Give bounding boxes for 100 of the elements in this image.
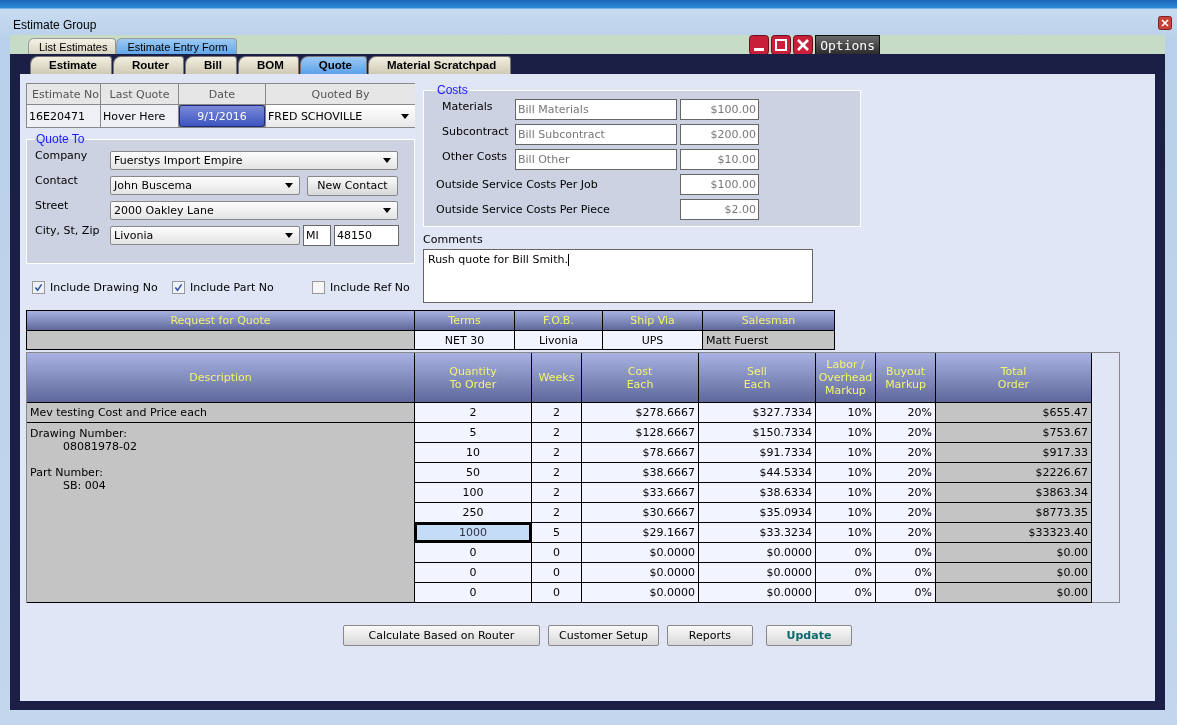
minimize-icon[interactable] — [749, 35, 770, 55]
table-cell: $278.6667 — [582, 403, 698, 422]
date-field[interactable]: 9/1/2016 — [179, 105, 265, 127]
quantity-cell[interactable]: 5 — [415, 423, 531, 442]
maximize-icon[interactable] — [771, 35, 792, 55]
tab[interactable]: Estimate — [30, 56, 112, 74]
table-cell: 10% — [816, 523, 875, 542]
table-cell: 10% — [816, 403, 875, 422]
source-field[interactable]: Bill Subcontract — [515, 124, 677, 145]
caret-icon — [401, 113, 409, 119]
table-cell: $3863.34 — [936, 483, 1091, 502]
contact-dropdown[interactable]: John Buscema — [110, 176, 300, 195]
quantity-cell[interactable]: 10 — [415, 443, 531, 462]
comments-field[interactable]: Rush quote for Bill Smith. — [423, 249, 813, 303]
table-cell: $29.1667 — [582, 523, 698, 542]
column-header: Sell Each — [699, 353, 815, 402]
tab[interactable]: Quote — [299, 56, 367, 74]
table-cell: $38.6667 — [582, 463, 698, 482]
quoted-by-dropdown[interactable]: FRED SCHOVILLE — [266, 105, 415, 127]
column-header: Date — [179, 84, 265, 104]
quantity-cell[interactable]: 50 — [415, 463, 531, 482]
company-dropdown[interactable]: Fuerstys Import Empire — [110, 151, 398, 170]
street-dropdown[interactable]: 2000 Oakley Lane — [110, 201, 398, 220]
action-button[interactable]: Customer Setup — [548, 625, 659, 646]
group-label: Costs — [436, 83, 469, 97]
table-cell: 0% — [816, 583, 875, 602]
table-cell: $0.0000 — [699, 583, 815, 602]
quantity-cell[interactable]: 100 — [415, 483, 531, 502]
table-cell: $0.00 — [936, 583, 1091, 602]
source-field[interactable]: Bill Materials — [515, 99, 677, 120]
table-cell: 0% — [876, 563, 935, 582]
column-header: Ship Via — [603, 311, 702, 330]
checkbox[interactable] — [32, 281, 45, 294]
caret-icon — [383, 208, 391, 213]
table-cell: $0.0000 — [699, 543, 815, 562]
column-header: Description — [27, 353, 414, 402]
table-cell: $8773.35 — [936, 503, 1091, 522]
table-cell: $0.00 — [936, 563, 1091, 582]
comments-label: Comments — [423, 233, 484, 246]
table-cell: 20% — [876, 423, 935, 442]
options-button[interactable]: Options — [815, 35, 880, 55]
column-header: Total Order — [936, 353, 1091, 402]
column-header: Labor / Overhead Markup — [816, 353, 875, 402]
table-cell: $33.3234 — [699, 523, 815, 542]
table-cell: 20% — [876, 403, 935, 422]
tab[interactable]: Material Scratchpad — [367, 56, 512, 74]
table-cell: 0% — [876, 583, 935, 602]
table-cell: $917.33 — [936, 443, 1091, 462]
action-button[interactable]: Reports — [666, 625, 753, 646]
quantity-cell[interactable]: 0 — [415, 563, 531, 582]
action-button[interactable]: Update — [765, 625, 852, 646]
checkbox-label: Include Drawing No — [50, 281, 158, 294]
tab[interactable]: Bill — [185, 56, 237, 74]
table-cell: $35.0934 — [699, 503, 815, 522]
amount-field[interactable]: $2.00 — [680, 199, 759, 220]
table-cell: $44.5334 — [699, 463, 815, 482]
table-cell: 20% — [876, 483, 935, 502]
close-icon[interactable] — [1158, 16, 1172, 30]
field-label: City, St, Zip — [35, 223, 101, 237]
amount-field[interactable]: $100.00 — [680, 174, 759, 195]
table-cell: $0.0000 — [582, 583, 698, 602]
tab[interactable]: List Estimates — [28, 38, 117, 54]
drawing-label: Drawing Number: — [30, 427, 127, 440]
column-header: Cost Each — [582, 353, 698, 402]
amount-field[interactable]: $100.00 — [680, 99, 759, 120]
checkbox-label: Include Part No — [190, 281, 274, 294]
quantity-cell[interactable]: 0 — [415, 583, 531, 602]
state-field[interactable]: MI — [303, 225, 331, 246]
amount-field[interactable]: $200.00 — [680, 124, 759, 145]
table-cell: 0% — [816, 563, 875, 582]
column-header: Last Quote — [101, 84, 178, 104]
table-cell: 20% — [876, 523, 935, 542]
group-label: Quote To — [35, 132, 86, 146]
source-field[interactable]: Bill Other — [515, 149, 677, 170]
tab[interactable]: BOM — [237, 56, 299, 74]
new-contact-button[interactable]: New Contact — [307, 175, 398, 196]
table-cell: NET 30 — [415, 331, 514, 349]
table-cell: $327.7334 — [699, 403, 815, 422]
field-label: Contact — [35, 173, 79, 187]
checkbox[interactable] — [172, 281, 185, 294]
quantity-cell[interactable]: 250 — [415, 503, 531, 522]
checkbox[interactable] — [312, 281, 325, 294]
city-dropdown[interactable]: Livonia — [110, 226, 300, 245]
column-header: Quoted By — [266, 84, 415, 104]
quantity-cell[interactable]: 1000 — [415, 523, 531, 542]
amount-field[interactable]: $10.00 — [680, 149, 759, 170]
tab[interactable]: Router — [112, 56, 184, 74]
action-button[interactable]: Calculate Based on Router — [343, 625, 540, 646]
column-header: Estimate No — [27, 84, 100, 104]
close-icon[interactable] — [793, 35, 814, 55]
table-cell: 10% — [816, 483, 875, 502]
window-title: Estimate Group — [12, 18, 97, 32]
quantity-cell[interactable]: 2 — [415, 403, 531, 422]
table-cell: 2 — [532, 403, 581, 422]
table-cell: $33.6667 — [582, 483, 698, 502]
field-label: Company — [35, 148, 89, 162]
zip-field[interactable]: 48150 — [334, 225, 399, 246]
quantity-cell[interactable]: 0 — [415, 543, 531, 562]
tab[interactable]: Estimate Entry Form — [116, 38, 237, 54]
last-quote-field[interactable]: Hover Here — [101, 105, 178, 127]
